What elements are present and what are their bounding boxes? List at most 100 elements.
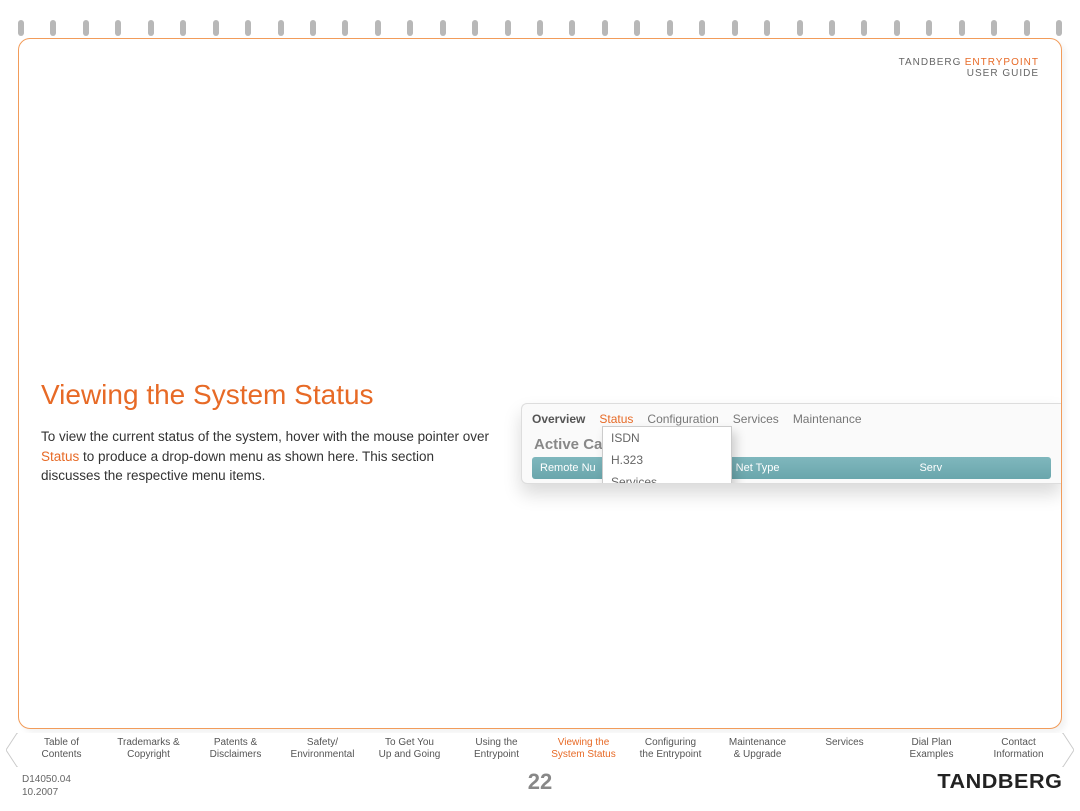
nav-tab[interactable]: Patents &Disclaimers (192, 733, 279, 767)
tab-line2: Disclaimers (210, 749, 262, 760)
tab-line1: Viewing the (558, 737, 610, 748)
dropdown-item-services[interactable]: Services (603, 471, 731, 484)
nav-tab[interactable]: Using theEntrypoint (453, 733, 540, 767)
dropdown-item-h323[interactable]: H.323 (603, 449, 731, 471)
spiral-binding (18, 20, 1062, 40)
menu-status[interactable]: Status (599, 412, 633, 426)
nav-tab[interactable]: Dial PlanExamples (888, 733, 975, 767)
binding-hole (894, 20, 900, 36)
embedded-screenshot: Overview Status Configuration Services M… (521, 403, 1061, 484)
th-remote: Remote Nu (540, 462, 596, 474)
binding-hole (148, 20, 154, 36)
binding-hole (278, 20, 284, 36)
docnum-line1: D14050.04 (22, 774, 71, 785)
binding-hole (926, 20, 932, 36)
binding-hole (83, 20, 89, 36)
docnum-line2: 10.2007 (22, 787, 58, 798)
body-pre: To view the current status of the system… (41, 429, 489, 444)
screenshot-column: Overview Status Configuration Services M… (521, 379, 1039, 559)
menu-services[interactable]: Services (733, 412, 779, 426)
binding-hole (1024, 20, 1030, 36)
status-dropdown: ISDN H.323 Services System Information S… (602, 426, 732, 484)
binding-hole (375, 20, 381, 36)
binding-hole (537, 20, 543, 36)
tab-line1: To Get You (385, 737, 434, 748)
binding-hole (342, 20, 348, 36)
tab-line1: Dial Plan (911, 737, 951, 748)
header-brand: TANDBERG (899, 57, 962, 68)
tab-line1: Trademarks & (117, 737, 179, 748)
binding-hole (667, 20, 673, 36)
binding-hole (440, 20, 446, 36)
tab-line1: Configuring (645, 737, 696, 748)
binding-hole (829, 20, 835, 36)
binding-hole (602, 20, 608, 36)
nav-tab[interactable]: Services (801, 733, 888, 767)
nav-tab[interactable]: Safety/Environmental (279, 733, 366, 767)
tab-line1: Services (825, 737, 863, 748)
menu-maintenance[interactable]: Maintenance (793, 412, 862, 426)
nav-tab[interactable]: Viewing theSystem Status (540, 733, 627, 767)
tab-line2: Copyright (127, 749, 170, 760)
binding-hole (505, 20, 511, 36)
binding-hole (991, 20, 997, 36)
footer: D14050.04 10.2007 22 TANDBERG (22, 773, 1058, 801)
binding-hole (115, 20, 121, 36)
binding-hole (699, 20, 705, 36)
nav-tab[interactable]: Trademarks &Copyright (105, 733, 192, 767)
menu-configuration[interactable]: Configuration (647, 412, 718, 426)
tab-line1: Table of (44, 737, 79, 748)
binding-hole (213, 20, 219, 36)
nav-tab[interactable]: Maintenance& Upgrade (714, 733, 801, 767)
nav-tab[interactable]: Table ofContents (18, 733, 105, 767)
tab-line2: System Status (551, 749, 615, 760)
binding-hole (1056, 20, 1062, 36)
binding-hole (861, 20, 867, 36)
footer-logo: TANDBERG (938, 771, 1063, 794)
tab-line1: Safety/ (307, 737, 338, 748)
page-heading: Viewing the System Status (41, 379, 491, 411)
nav-tab[interactable]: ContactInformation (975, 733, 1062, 767)
menu-overview[interactable]: Overview (532, 412, 585, 426)
content-row: Viewing the System Status To view the cu… (41, 379, 1039, 559)
binding-hole (472, 20, 478, 36)
binding-hole (797, 20, 803, 36)
tab-line2: Examples (910, 749, 954, 760)
document-header: TANDBERG ENTRYPOINT USER GUIDE (899, 57, 1039, 79)
tab-line2: Entrypoint (474, 749, 519, 760)
dropdown-item-isdn[interactable]: ISDN (603, 427, 731, 449)
tab-line2: & Upgrade (734, 749, 782, 760)
binding-hole (569, 20, 575, 36)
document-number: D14050.04 10.2007 (22, 773, 71, 799)
binding-hole (245, 20, 251, 36)
header-subtitle: USER GUIDE (967, 68, 1039, 79)
tab-line2: Information (993, 749, 1043, 760)
binding-hole (310, 20, 316, 36)
nav-tab[interactable]: Configuringthe Entrypoint (627, 733, 714, 767)
binding-hole (634, 20, 640, 36)
bottom-navigation: Table ofContentsTrademarks &CopyrightPat… (18, 733, 1062, 767)
binding-hole (732, 20, 738, 36)
tab-line1: Contact (1001, 737, 1035, 748)
th-nettype: Net Type (736, 462, 780, 474)
body-post: to produce a drop-down menu as shown her… (41, 449, 434, 484)
binding-hole (180, 20, 186, 36)
tab-line2: Environmental (291, 749, 355, 760)
binding-hole (764, 20, 770, 36)
body-paragraph: To view the current status of the system… (41, 427, 491, 486)
tab-line2: Contents (41, 749, 81, 760)
page-frame: TANDBERG ENTRYPOINT USER GUIDE Viewing t… (18, 38, 1062, 729)
text-column: Viewing the System Status To view the cu… (41, 379, 491, 559)
header-product: ENTRYPOINT (965, 57, 1039, 68)
binding-hole (18, 20, 24, 36)
tab-line2: the Entrypoint (640, 749, 702, 760)
nav-tab[interactable]: To Get YouUp and Going (366, 733, 453, 767)
page-number: 22 (528, 769, 552, 795)
th-serv: Serv (919, 462, 942, 474)
tab-line1: Patents & (214, 737, 257, 748)
tab-line1: Maintenance (729, 737, 786, 748)
tab-line2: Up and Going (379, 749, 441, 760)
tab-line1: Using the (475, 737, 517, 748)
binding-hole (407, 20, 413, 36)
binding-hole (50, 20, 56, 36)
